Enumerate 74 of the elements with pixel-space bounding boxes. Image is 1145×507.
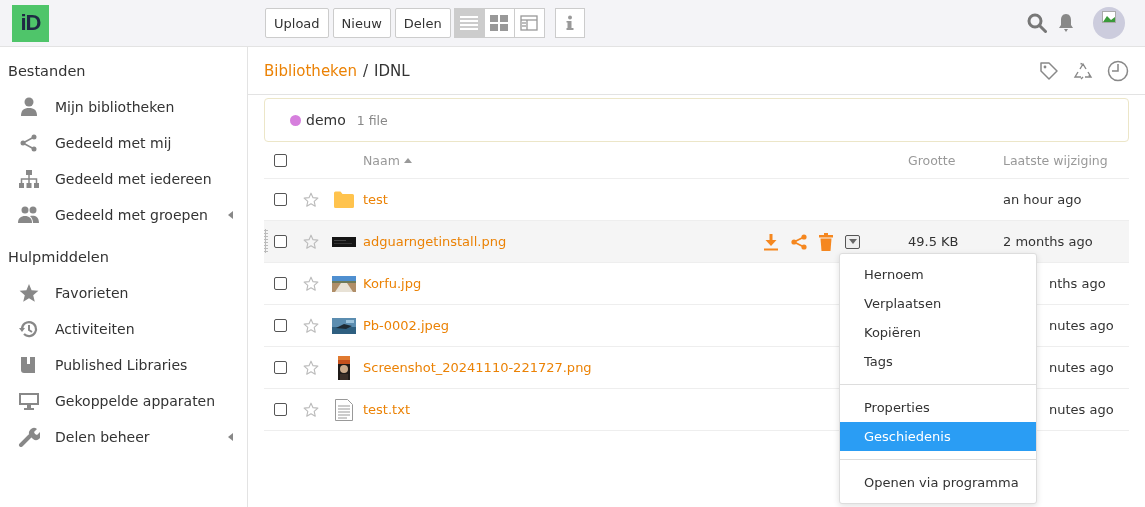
row-checkbox[interactable] [273, 319, 287, 332]
share-icon[interactable] [791, 233, 807, 250]
sidebar-heading: Hulpmiddelen [7, 248, 110, 267]
breadcrumb-separator: / [363, 61, 369, 80]
list-icon [460, 15, 479, 31]
menu-item[interactable]: Hernoem [840, 259, 1036, 289]
monitor-icon [18, 391, 40, 411]
modified-time: nths ago [1049, 276, 1106, 291]
modified-time: 2 months ago [1003, 234, 1093, 249]
text-file-icon [335, 398, 353, 421]
menu-item[interactable]: Openen via programma [840, 467, 1036, 497]
star-icon[interactable] [303, 233, 319, 250]
columns-icon [520, 15, 539, 31]
toolbar-button[interactable]: Upload [265, 8, 329, 38]
sidebar-item[interactable]: Gedeeld met iedereen [0, 161, 247, 197]
star-icon[interactable] [303, 401, 319, 418]
modified-time: an hour ago [1003, 192, 1082, 207]
sidebar-item[interactable]: Delen beheer [0, 419, 247, 455]
download-icon[interactable] [763, 232, 779, 251]
caret-icon [848, 239, 857, 244]
sidebar-item[interactable]: Mijn bibliotheken [0, 89, 247, 125]
tag-icon[interactable] [1039, 60, 1059, 81]
star-icon[interactable] [303, 191, 319, 208]
sidebar-item[interactable]: Gedeeld met mij [0, 125, 247, 161]
tag-count: 1 file [356, 112, 388, 128]
bell-icon[interactable] [1057, 13, 1075, 33]
select-all-checkbox[interactable] [273, 153, 287, 167]
folder-icon [334, 191, 354, 208]
users-icon [18, 205, 40, 225]
sidebar-item[interactable]: Published Libraries [0, 347, 247, 383]
row-checkbox[interactable] [273, 403, 287, 416]
info-button[interactable] [554, 8, 585, 38]
search-icon[interactable] [1027, 13, 1047, 33]
file-size: 49.5 KB [908, 234, 959, 249]
org-chart-icon [18, 169, 40, 189]
sort-icon [403, 157, 412, 163]
drag-handle[interactable] [264, 229, 268, 253]
menu-item[interactable]: Verplaatsen [840, 288, 1036, 318]
sidebar-item[interactable]: Activiteiten [0, 311, 247, 347]
menu-item[interactable]: Tags [840, 346, 1036, 376]
grid-view-button[interactable] [483, 8, 515, 38]
grid-icon [490, 15, 509, 31]
modified-time: nutes ago [1049, 402, 1114, 417]
toolbar-button[interactable]: Delen [394, 8, 451, 38]
sidebar-item[interactable]: Gekoppelde apparaten [0, 383, 247, 419]
sidebar-item[interactable]: Favorieten [0, 275, 247, 311]
info-icon [565, 15, 574, 31]
avatar[interactable] [1093, 7, 1125, 39]
menu-item[interactable]: Kopiëren [840, 317, 1036, 347]
star-icon[interactable] [303, 317, 319, 334]
delete-icon[interactable] [819, 232, 833, 251]
sidebar-item[interactable]: Gedeeld met groepen [0, 197, 247, 233]
menu-item[interactable]: Properties [840, 392, 1036, 422]
row-checkbox[interactable] [273, 235, 287, 248]
star-icon[interactable] [303, 359, 319, 376]
current-folder: IDNL [374, 61, 410, 80]
dropdown-toggle[interactable] [845, 234, 860, 249]
row-checkbox[interactable] [273, 277, 287, 290]
row-checkbox[interactable] [273, 193, 287, 206]
user-icon [18, 97, 40, 117]
row-checkbox[interactable] [273, 361, 287, 374]
modified-time: nutes ago [1049, 318, 1114, 333]
tag-name[interactable]: demo [306, 112, 346, 128]
wrench-icon [18, 427, 40, 447]
recycle-icon[interactable] [1073, 60, 1093, 81]
star-icon [18, 283, 40, 303]
toolbar-button[interactable]: Nieuw [332, 8, 391, 38]
sidebar-heading: Bestanden [7, 62, 87, 81]
logo[interactable]: iD [12, 4, 49, 42]
column-view-button[interactable] [513, 8, 545, 38]
modified-time: nutes ago [1049, 360, 1114, 375]
history-icon [18, 319, 40, 339]
star-icon[interactable] [303, 275, 319, 292]
clock-icon[interactable] [1107, 59, 1129, 82]
